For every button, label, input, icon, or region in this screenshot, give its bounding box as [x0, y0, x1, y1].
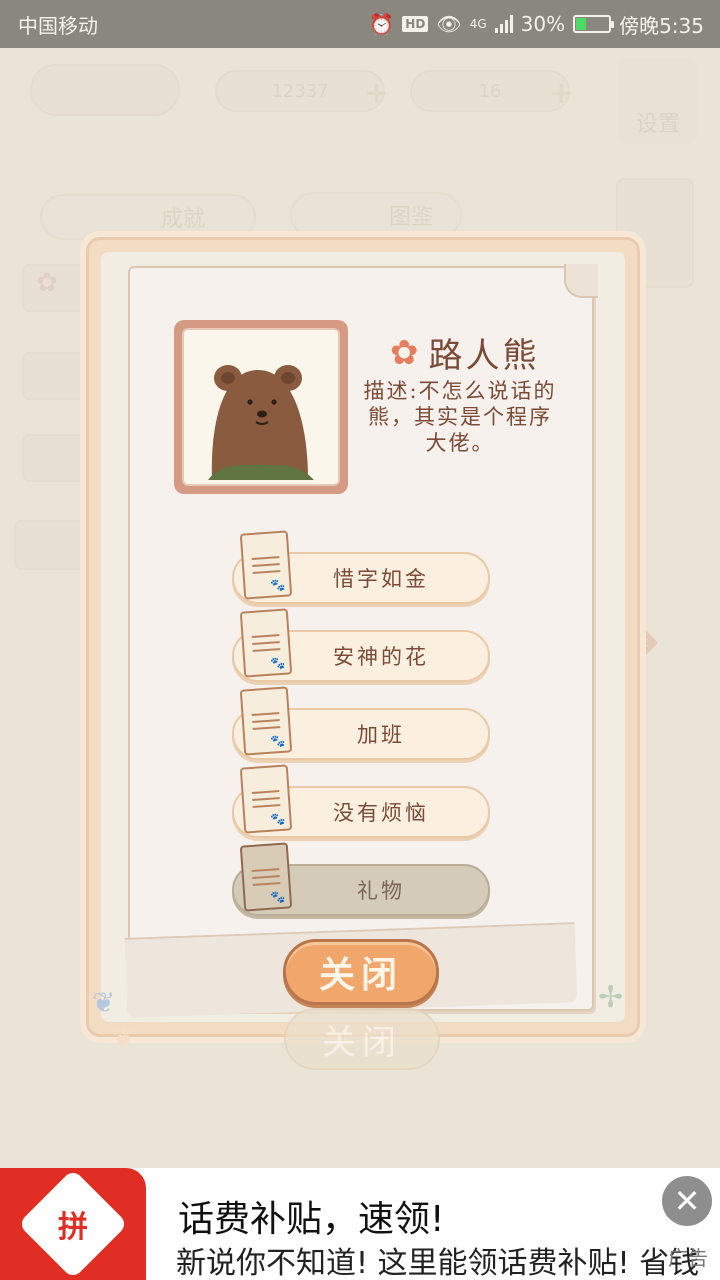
- paw-icon: 🐾: [270, 733, 286, 749]
- story-label: 没有烦恼: [333, 801, 429, 825]
- ad-title[interactable]: 话费补贴，速领!: [178, 1190, 444, 1242]
- close-icon: ✕: [673, 1182, 701, 1220]
- story-item[interactable]: 惜字如金 🐾: [232, 530, 490, 604]
- close-button[interactable]: 关闭: [283, 939, 439, 1005]
- butterfly-icon: ❦: [92, 986, 116, 1019]
- scroll-icon: 🐾: [239, 764, 293, 834]
- carrier-name: 中国移动: [18, 13, 98, 38]
- battery-percent: 30%: [520, 12, 566, 36]
- close-button-label: 关闭: [318, 954, 403, 996]
- hd-icon: HD: [402, 16, 429, 32]
- status-indicators: ⏰ HD 👁 4G 30% 傍晚5:35: [369, 10, 704, 39]
- character-description: 描述:不怎么说话的熊，其实是个程序大佬。: [363, 379, 557, 455]
- ad-logo[interactable]: 拼: [0, 1168, 146, 1280]
- story-label: 安神的花: [333, 645, 429, 669]
- paper-curl: [564, 264, 598, 298]
- clock: 傍晚5:35: [619, 13, 704, 38]
- character-name-row: ✿ 路人熊: [390, 328, 540, 377]
- eye-icon: 👁: [436, 12, 462, 36]
- ad-subtitle[interactable]: 新说你不知道! 这里能领话费补贴! 省钱: [176, 1238, 699, 1280]
- story-label: 加班: [357, 723, 405, 747]
- story-item[interactable]: 安神的花 🐾: [232, 608, 490, 682]
- signal-icon: [494, 15, 513, 33]
- story-label: 礼物: [357, 879, 405, 903]
- story-item[interactable]: 没有烦恼 🐾: [232, 764, 490, 838]
- scroll-icon: 🐾: [239, 686, 293, 756]
- flower-icon: ✿: [390, 332, 419, 373]
- character-name: 路人熊: [428, 336, 540, 376]
- portrait-frame: [182, 328, 340, 486]
- shopping-logo-icon: 拼: [17, 1168, 129, 1280]
- ad-label: 广告: [668, 1246, 708, 1270]
- paw-icon: 🐾: [270, 655, 286, 671]
- scroll-icon: 🐾: [239, 530, 293, 600]
- paw-icon: 🐾: [270, 811, 286, 827]
- scroll-icon: 🐾: [239, 608, 293, 678]
- butterfly-icon: ❦: [112, 1022, 136, 1055]
- bear-avatar-icon: [208, 365, 314, 480]
- ad-logo-text: 拼: [58, 1210, 88, 1245]
- network-type: 4G: [469, 17, 487, 31]
- story-item-locked[interactable]: 礼物 🐾: [232, 842, 490, 916]
- scroll-icon: 🐾: [239, 842, 293, 912]
- close-ghost-label: 关闭: [322, 1022, 402, 1063]
- paw-icon: 🐾: [270, 889, 286, 905]
- ad-banner[interactable]: 拼 话费补贴，速领! 新说你不知道! 这里能领话费补贴! 省钱 广告 ✕: [0, 1168, 720, 1280]
- dragonfly-icon: ✢: [598, 980, 624, 1015]
- story-item[interactable]: 加班 🐾: [232, 686, 490, 760]
- status-bar: 中国移动 ⏰ HD 👁 4G 30% 傍晚5:35: [0, 0, 720, 48]
- battery-icon: [573, 15, 615, 33]
- paw-icon: 🐾: [270, 577, 286, 593]
- story-label: 惜字如金: [333, 567, 429, 591]
- character-portrait: [174, 320, 348, 494]
- close-button-shadow: 关闭: [284, 1008, 440, 1070]
- alarm-icon: ⏰: [369, 12, 395, 36]
- ad-close-button[interactable]: ✕: [662, 1176, 712, 1226]
